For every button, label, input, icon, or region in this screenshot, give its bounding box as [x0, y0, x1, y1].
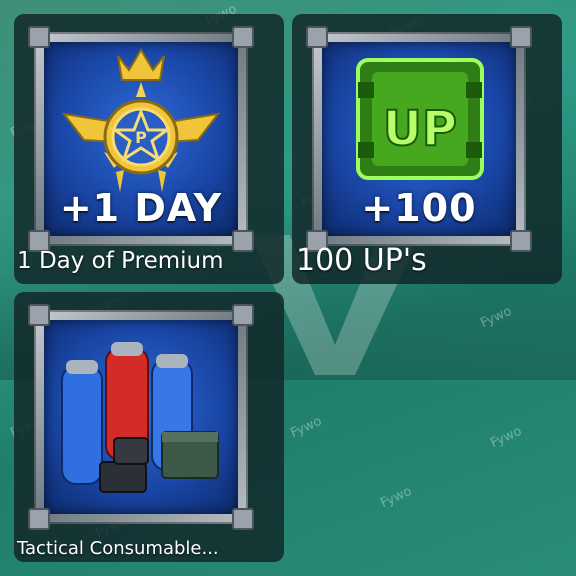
item-image [44, 320, 238, 514]
svg-text:P: P [135, 128, 147, 147]
reward-card-consumables[interactable] [14, 292, 284, 562]
item-frame: P +1 DAY [28, 26, 254, 252]
item-image: UP +100 [322, 42, 516, 236]
reward-amount: +100 [361, 186, 477, 230]
reward-card-premium[interactable]: P +1 DAY [14, 14, 284, 284]
frame-corner [28, 508, 50, 530]
frame-corner [28, 26, 50, 48]
frame-corner [306, 26, 328, 48]
reward-label: 100 UP's [296, 243, 427, 278]
watermark: Fywo [488, 423, 525, 452]
reward-amount: +1 DAY [59, 186, 223, 230]
reward-label: Tactical Consumable... [17, 538, 219, 559]
frame-corner [232, 230, 254, 252]
item-frame [28, 304, 254, 530]
frame-corner [28, 304, 50, 326]
item-frame: UP +100 [306, 26, 532, 252]
frame-corner [232, 26, 254, 48]
svg-text:UP: UP [383, 101, 457, 157]
frame-corner [232, 508, 254, 530]
watermark: Fywo [378, 483, 415, 512]
consumable-canisters-icon [61, 342, 219, 493]
reward-label: 1 Day of Premium [17, 248, 224, 274]
watermark: Fywo [288, 413, 325, 442]
frame-corner [232, 304, 254, 326]
frame-corner [510, 230, 532, 252]
item-image: P +1 DAY [44, 42, 238, 236]
frame-corner [510, 26, 532, 48]
